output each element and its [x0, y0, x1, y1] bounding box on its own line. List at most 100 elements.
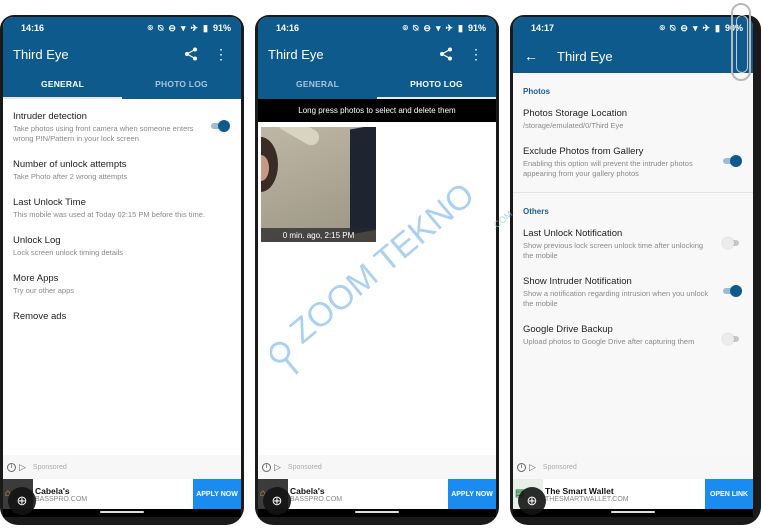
back-arrow-icon[interactable]: ← [523, 48, 539, 64]
status-bar: 14:16 ⌾ ⍉ ⊖ ▾ ✈ ▮ 91% [258, 17, 496, 39]
intruder-notification-toggle[interactable] [721, 284, 743, 298]
screen: 14:17 ⌾ ⍉ ⊖ ▾ ✈ ▮ 90% ← Third Eye Photos… [513, 17, 753, 517]
ad-cta-button[interactable]: OPEN LINK [705, 479, 753, 509]
settings-section-photos: Photos Photos Storage Location /storage/… [513, 73, 753, 193]
status-time: 14:16 [276, 23, 300, 33]
tab-photo-log[interactable]: PHOTO LOG [377, 69, 496, 99]
item-subtitle: Show a notification regarding intrusion … [523, 289, 709, 308]
battery-level: 91% [467, 23, 486, 33]
status-bar: 14:16 ⌾ ⍉ ⊖ ▾ ✈ ▮ 91% [3, 17, 241, 39]
status-icons: ⌾ ⍉ ⊖ ▾ ✈ ▮ 91% [403, 23, 486, 34]
item-title: Number of unlock attempts [13, 159, 127, 170]
list-item-last-unlock-notification[interactable]: Last Unlock Notification Show previous l… [513, 222, 753, 270]
battery-icon: ▮ [458, 22, 463, 33]
app-title: Third Eye [13, 46, 69, 62]
zoom-in-icon[interactable]: ⊕ [8, 487, 36, 515]
phone-photo-log: 14:16 ⌾ ⍉ ⊖ ▾ ✈ ▮ 91% Third Eye ⋮ GENERA… [255, 15, 499, 525]
item-subtitle: Show previous lock screen unlock time af… [523, 241, 704, 260]
ad-advertiser[interactable]: Cabela's [35, 486, 193, 496]
gesture-nav-bar [258, 509, 496, 517]
item-title: Last Unlock Notification [523, 228, 623, 239]
settings-list: Intruder detection Take photos using fro… [3, 99, 241, 333]
item-title: Exclude Photos from Gallery [523, 146, 644, 157]
list-item-more-apps[interactable]: More Apps Try our other apps [3, 267, 241, 305]
more-vert-icon[interactable]: ⋮ [466, 46, 486, 63]
hint-banner: Long press photos to select and delete t… [258, 99, 496, 122]
list-item-intruder-notification[interactable]: Show Intruder Notification Show a notifi… [513, 270, 753, 318]
toolbar: Third Eye ⋮ [3, 39, 241, 69]
screen: 14:16 ⌾ ⍉ ⊖ ▾ ✈ ▮ 91% Third Eye ⋮ GENERA… [258, 17, 496, 517]
adchoices-icon[interactable]: ▷ [529, 462, 536, 473]
ad-domain: BASSPRO.COM [35, 495, 88, 503]
ad-advertiser[interactable]: The Smart Wallet [545, 486, 705, 496]
wifi-icon: ▾ [692, 22, 698, 33]
tab-general[interactable]: GENERAL [258, 69, 377, 99]
airplane-icon: ✈ [445, 22, 454, 33]
home-handle[interactable] [611, 511, 655, 513]
intruder-detection-toggle[interactable] [209, 119, 231, 133]
share-icon[interactable] [181, 47, 201, 61]
zoom-in-icon[interactable]: ⊕ [518, 487, 546, 515]
settings-section-others: Others Last Unlock Notification Show pre… [513, 193, 753, 356]
google-drive-backup-toggle[interactable] [721, 332, 743, 346]
app-title: Third Eye [557, 48, 613, 64]
intruder-photo-thumbnail[interactable]: 0 min. ago, 2:15 PM [261, 127, 376, 242]
list-item-unlock-attempts[interactable]: Number of unlock attempts Take Photo aft… [3, 153, 241, 191]
notifications-off-icon: ⍉ [670, 22, 676, 33]
item-title: Unlock Log [13, 235, 61, 246]
adchoices-icon[interactable]: ▷ [274, 462, 281, 473]
gesture-nav-bar [3, 509, 241, 517]
list-item-remove-ads[interactable]: Remove ads [3, 305, 241, 333]
item-subtitle: This mobile was used at Today 02:15 PM b… [13, 210, 206, 219]
ad-advertiser[interactable]: Cabela's [290, 486, 448, 496]
tab-general[interactable]: GENERAL [3, 69, 122, 99]
photo-caption: 0 min. ago, 2:15 PM [261, 228, 376, 242]
home-handle[interactable] [355, 511, 399, 513]
last-unlock-notification-toggle[interactable] [721, 236, 743, 250]
battery-icon: ▮ [203, 22, 208, 33]
ad-banner: i ▷ Sponsored ⌂ Cabela's BASSPRO.COM APP… [258, 455, 496, 517]
item-subtitle: Lock screen unlock timing details [13, 248, 124, 257]
list-item-intruder-detection[interactable]: Intruder detection Take photos using fro… [3, 105, 241, 153]
item-subtitle: Take photos using front camera when some… [13, 124, 194, 143]
app-bar: 14:17 ⌾ ⍉ ⊖ ▾ ✈ ▮ 90% ← Third Eye [513, 17, 753, 73]
ad-info-icon[interactable]: i [517, 462, 526, 472]
ad-info-icon[interactable]: i [7, 462, 16, 472]
gesture-nav-bar [513, 509, 753, 517]
ad-cta-button[interactable]: APPLY NOW [193, 479, 241, 509]
zoom-in-icon[interactable]: ⊕ [263, 487, 291, 515]
do-not-disturb-icon: ⊖ [423, 22, 431, 33]
adchoices-icon[interactable]: ▷ [19, 462, 26, 473]
exclude-gallery-toggle[interactable] [721, 154, 743, 168]
item-subtitle: /storage/emulated/0/Third Eye [523, 121, 624, 130]
tab-photo-log[interactable]: PHOTO LOG [122, 69, 241, 99]
share-icon[interactable] [436, 47, 456, 61]
list-item-unlock-log[interactable]: Unlock Log Lock screen unlock timing det… [3, 229, 241, 267]
status-time: 14:17 [531, 23, 555, 33]
more-vert-icon[interactable]: ⋮ [211, 46, 231, 63]
notifications-off-icon: ⍉ [413, 22, 419, 33]
do-not-disturb-icon: ⊖ [168, 22, 176, 33]
ad-cta-button[interactable]: APPLY NOW [448, 479, 496, 509]
item-title: Remove ads [13, 311, 67, 322]
item-subtitle: Enabling this option will prevent the in… [523, 159, 693, 178]
list-item-storage-location[interactable]: Photos Storage Location /storage/emulate… [513, 102, 753, 140]
do-not-disturb-icon: ⊖ [680, 22, 688, 33]
home-handle[interactable] [100, 511, 144, 513]
screenshot-collage: 14:16 ⌾ ⍉ ⊖ ▾ ✈ ▮ 91% Third Eye ⋮ GENERA… [0, 0, 761, 530]
app-bar: 14:16 ⌾ ⍉ ⊖ ▾ ✈ ▮ 91% Third Eye ⋮ GENERA… [258, 17, 496, 99]
list-item-google-drive-backup[interactable]: Google Drive Backup Upload photos to Goo… [513, 318, 753, 356]
ad-domain: THESMARTWALLET.COM [545, 495, 629, 503]
item-subtitle: Try our other apps [13, 286, 74, 295]
ad-domain: BASSPRO.COM [290, 495, 343, 503]
airplane-icon: ✈ [190, 22, 199, 33]
battery-icon: ▮ [715, 22, 720, 33]
wifi-icon: ▾ [435, 22, 441, 33]
list-item-exclude-gallery[interactable]: Exclude Photos from Gallery Enabling thi… [513, 140, 753, 188]
list-item-last-unlock-time[interactable]: Last Unlock Time This mobile was used at… [3, 191, 241, 229]
ad-info-icon[interactable]: i [262, 462, 271, 472]
tab-bar: GENERAL PHOTO LOG [3, 69, 241, 99]
ad-banner: i ▷ Sponsored ⌂ Cabela's BASSPRO.COM APP… [3, 455, 241, 517]
ad-sponsored-label: Sponsored [32, 463, 67, 471]
status-bar: 14:17 ⌾ ⍉ ⊖ ▾ ✈ ▮ 90% [513, 17, 753, 39]
